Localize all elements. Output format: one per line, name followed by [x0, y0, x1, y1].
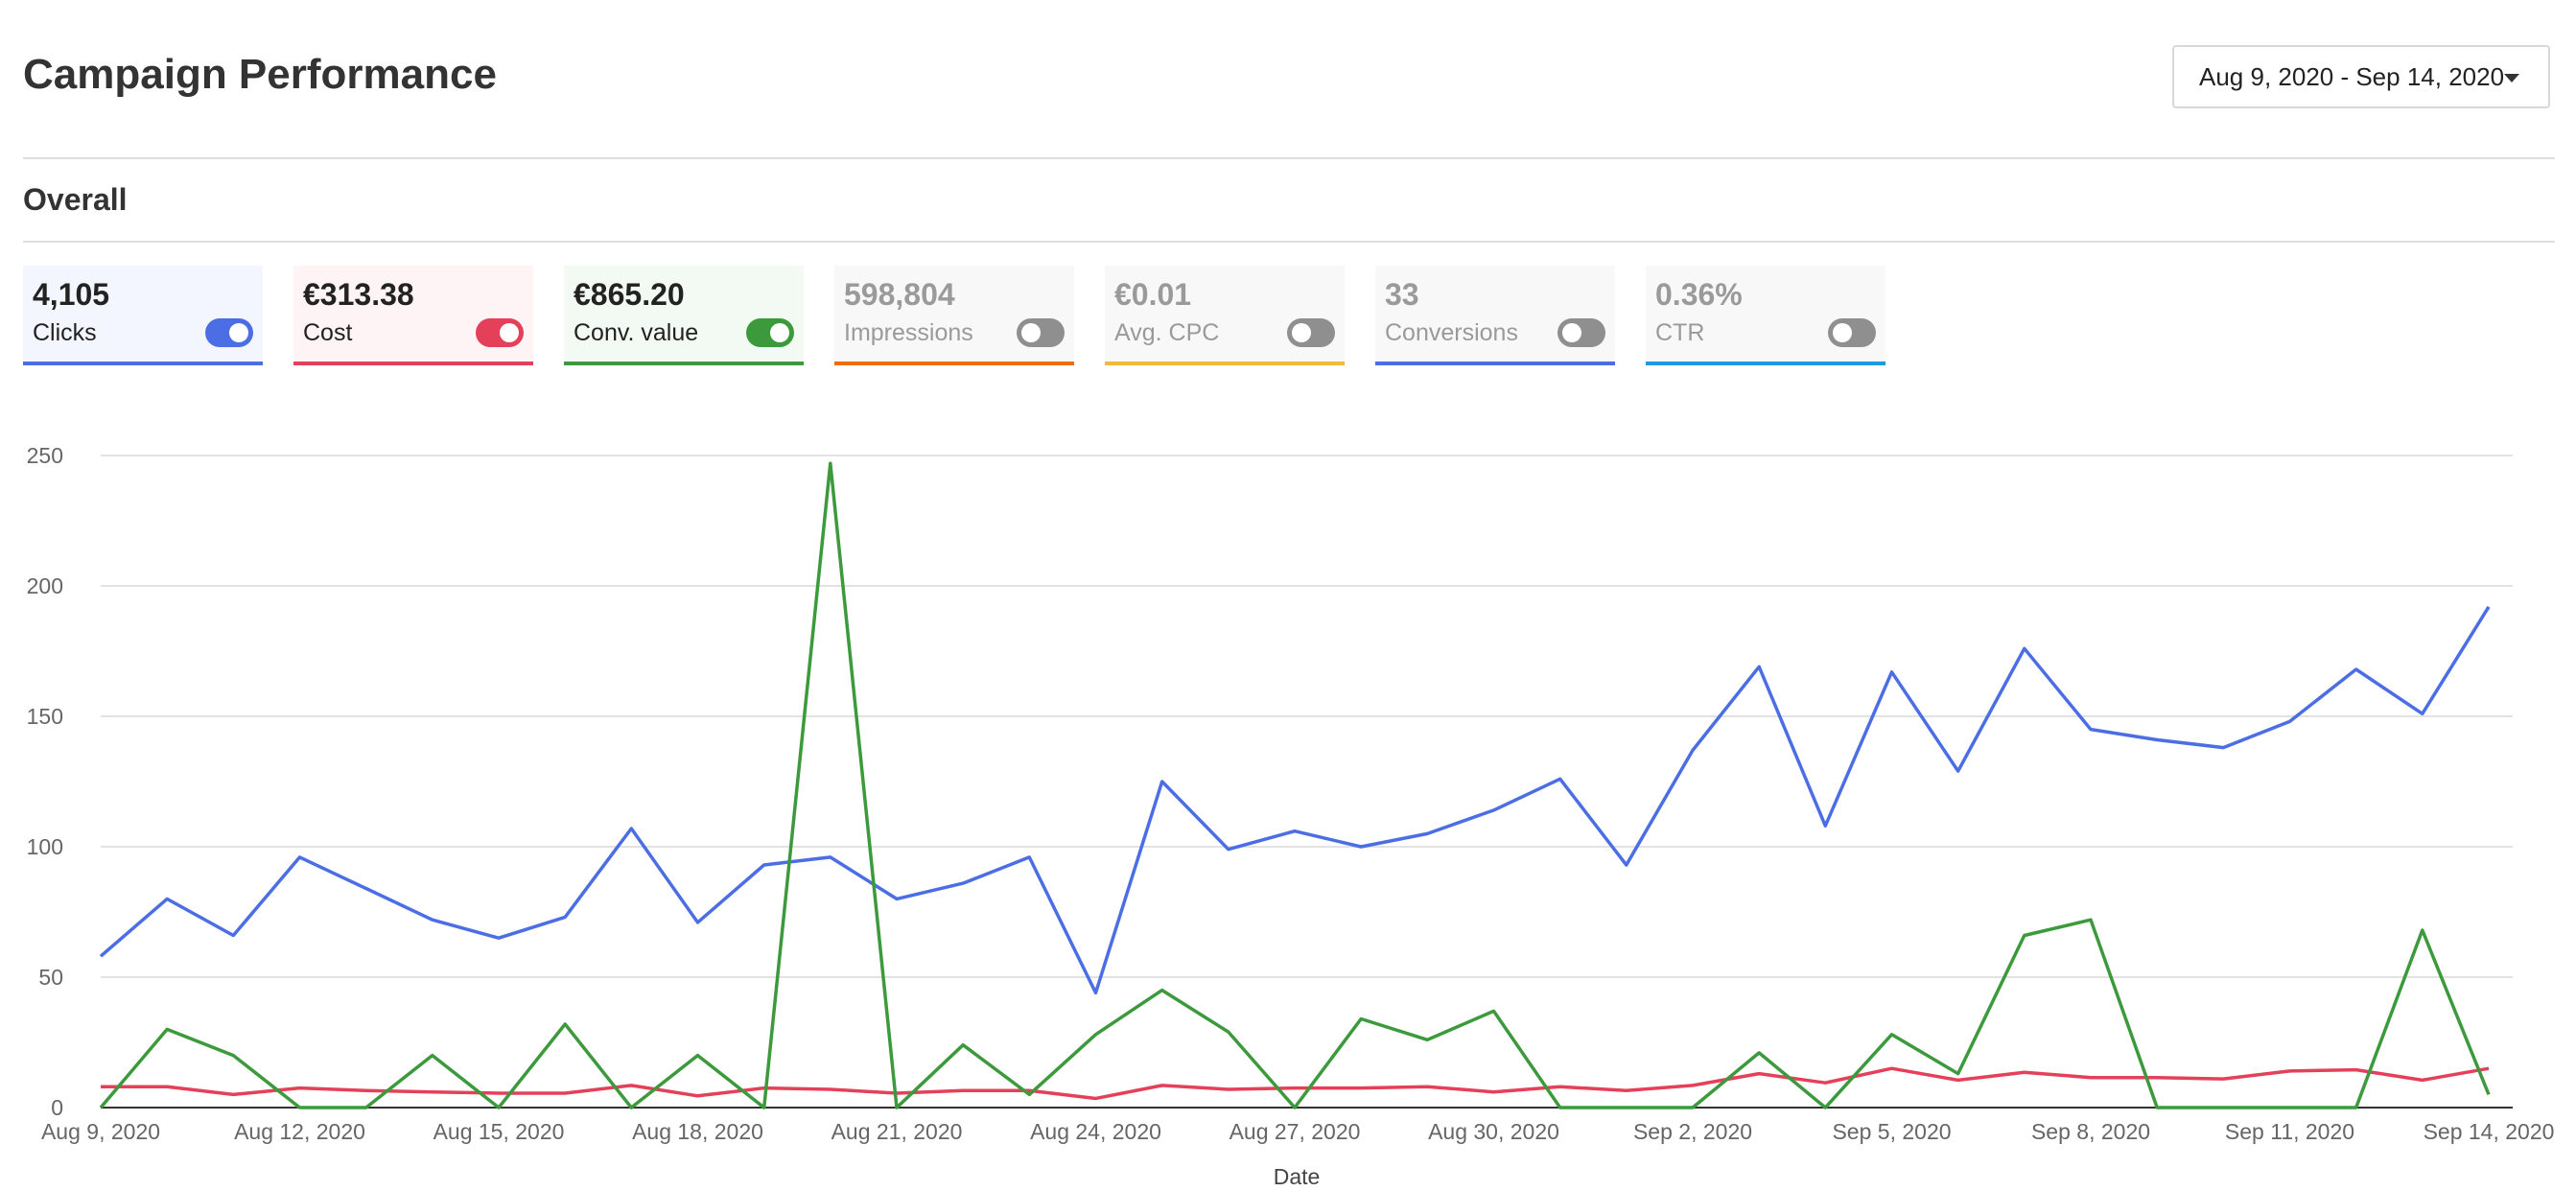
metric-label: Avg. CPC	[1114, 319, 1220, 346]
metric-toggle[interactable]	[1017, 318, 1065, 347]
y-tick-label: 0	[51, 1095, 63, 1120]
metric-toggle[interactable]	[1287, 318, 1335, 347]
metric-card-conversions[interactable]: 33 Conversions	[1375, 266, 1615, 365]
y-tick-label: 50	[38, 965, 63, 990]
x-tick-label: Aug 12, 2020	[234, 1119, 365, 1144]
metric-card-clicks[interactable]: 4,105 Clicks	[23, 266, 263, 365]
metric-value: €865.20	[574, 277, 685, 312]
y-tick-label: 250	[27, 443, 63, 468]
x-tick-label: Sep 5, 2020	[1832, 1119, 1951, 1144]
y-tick-label: 150	[27, 704, 63, 729]
metric-label: Impressions	[844, 319, 973, 346]
x-tick-label: Sep 14, 2020	[2424, 1119, 2555, 1144]
toggle-knob	[500, 323, 519, 342]
y-tick-label: 100	[27, 834, 63, 859]
series-line-cost	[101, 1066, 2490, 1101]
metric-value: 0.36%	[1655, 277, 1743, 312]
toggle-knob	[229, 323, 248, 342]
metric-label: Cost	[303, 319, 353, 346]
metric-value: €0.01	[1114, 277, 1192, 312]
metric-toggle[interactable]	[205, 318, 253, 347]
toggle-knob	[1833, 323, 1852, 342]
metric-card-avg-cpc[interactable]: €0.01 Avg. CPC	[1105, 266, 1345, 365]
metric-label: Conversions	[1385, 319, 1518, 346]
toggle-knob	[1021, 323, 1041, 342]
metric-toggle[interactable]	[476, 318, 524, 347]
metric-value: 598,804	[844, 277, 955, 312]
line-chart: 0 50 100 150 200 250 Aug 9, 2020 Aug 12, 2020 Au…	[27, 443, 2555, 1189]
metric-value: €313.38	[303, 277, 414, 312]
x-tick-label: Aug 24, 2020	[1030, 1119, 1161, 1144]
toggle-knob	[770, 323, 789, 342]
metric-card-ctr[interactable]: 0.36% CTR	[1646, 266, 1885, 365]
x-tick-label: Aug 30, 2020	[1428, 1119, 1559, 1144]
section-divider	[23, 241, 2555, 243]
metric-toggle[interactable]	[1557, 318, 1605, 347]
x-tick-label: Aug 18, 2020	[632, 1119, 763, 1144]
metric-card-cost[interactable]: €313.38 Cost	[293, 266, 533, 365]
section-title: Overall	[23, 182, 128, 217]
metric-label: Conv. value	[574, 319, 699, 346]
x-axis-title: Date	[1274, 1164, 1321, 1189]
x-tick-label: Sep 8, 2020	[2031, 1119, 2150, 1144]
date-range-value: Aug 9, 2020 - Sep 14, 2020	[2199, 61, 2505, 91]
chevron-down-icon	[2504, 74, 2519, 82]
x-tick-label: Sep 11, 2020	[2225, 1119, 2354, 1144]
metric-card-conv-value[interactable]: €865.20 Conv. value	[564, 266, 804, 365]
x-tick-label: Aug 9, 2020	[41, 1119, 160, 1144]
metric-toggle[interactable]	[746, 318, 794, 347]
header-divider	[23, 157, 2555, 159]
metric-label: Clicks	[33, 319, 97, 346]
date-range-dropdown[interactable]: Aug 9, 2020 - Sep 14, 2020	[2172, 45, 2550, 108]
x-tick-label: Sep 2, 2020	[1633, 1119, 1752, 1144]
series-line-clicks	[99, 605, 2491, 995]
metric-label: CTR	[1655, 319, 1705, 346]
series-line-conv-value	[99, 461, 2491, 1109]
metric-value: 4,105	[33, 277, 110, 312]
page-title: Campaign Performance	[23, 51, 497, 98]
toggle-knob	[1562, 323, 1581, 342]
x-tick-label: Aug 21, 2020	[831, 1119, 963, 1144]
toggle-knob	[1292, 323, 1311, 342]
y-tick-label: 200	[27, 573, 63, 598]
x-tick-label: Aug 15, 2020	[433, 1119, 565, 1144]
metric-value: 33	[1385, 277, 1419, 312]
metric-card-impressions[interactable]: 598,804 Impressions	[834, 266, 1074, 365]
metric-toggle[interactable]	[1828, 318, 1876, 347]
x-tick-label: Aug 27, 2020	[1229, 1119, 1361, 1144]
